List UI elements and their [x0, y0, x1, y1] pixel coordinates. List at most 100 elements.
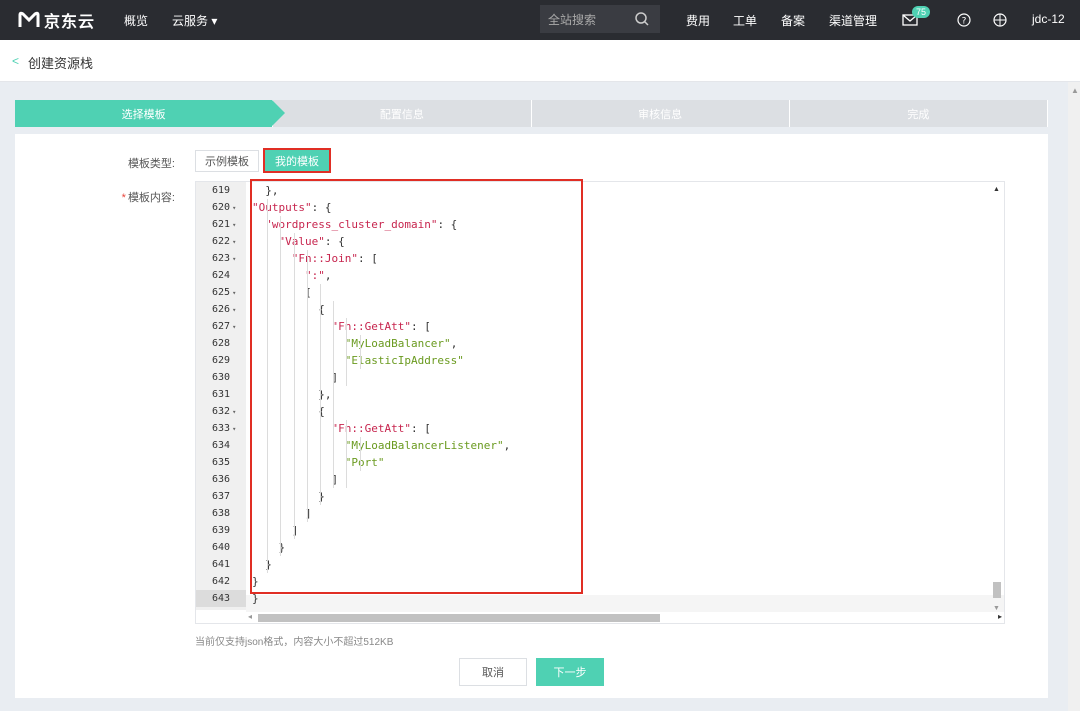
template-content-label: * 模板内容: [121, 192, 175, 204]
line-number: 635 [212, 457, 231, 468]
cancel-button[interactable]: 取消 [459, 658, 527, 686]
indent-guide [346, 420, 348, 488]
line-number: 636 [212, 474, 231, 485]
message-count-badge: 75 [912, 6, 931, 18]
editor-horizontal-scrollbar[interactable]: ◂ ▸ [246, 612, 1002, 623]
line-number: 634 [212, 440, 231, 451]
fold-toggle-icon[interactable]: ▾ [232, 255, 236, 263]
fold-toggle-icon[interactable]: ▾ [232, 221, 236, 229]
line-number: 619 [212, 185, 231, 196]
fold-toggle-icon[interactable]: ▾ [232, 306, 236, 314]
fold-toggle-icon[interactable]: ▾ [232, 238, 236, 246]
code-line: } [252, 490, 325, 503]
globe-icon[interactable] [993, 13, 1007, 27]
sample-template-option[interactable]: 示例模板 [195, 150, 259, 172]
indent-guide [306, 250, 308, 522]
page-title: 创建资源栈 [28, 56, 94, 71]
fold-toggle-icon[interactable]: ▾ [232, 323, 236, 331]
line-number: 626 ▾ [212, 304, 237, 315]
code-line: "Outputs": { [252, 201, 332, 214]
fold-toggle-icon[interactable]: ▾ [232, 204, 236, 212]
nav-filing[interactable]: 备案 [781, 12, 805, 29]
indent-guide [320, 284, 321, 505]
line-number: 628 [212, 338, 231, 349]
nav-tickets[interactable]: 工单 [733, 12, 757, 29]
editor-vertical-scrollbar[interactable]: ▲ ▼ [992, 186, 1002, 612]
scrollbar-thumb[interactable] [993, 582, 1001, 598]
brand-name: 京东云 [44, 14, 96, 31]
global-search-input[interactable]: 全站搜索 [540, 5, 660, 33]
wizard-steps: 选择模板 配置信息 审核信息 完成 [15, 100, 1048, 127]
line-number: 632 ▾ [212, 406, 237, 417]
scroll-down-icon[interactable]: ▼ [993, 605, 1000, 612]
indent-guide [359, 335, 361, 369]
code-line: "MyLoadBalancer", [344, 337, 458, 350]
code-line: ":", [304, 269, 332, 282]
help-icon[interactable]: ? [957, 13, 971, 27]
fold-toggle-icon[interactable]: ▾ [232, 289, 236, 297]
code-editor[interactable]: 619 620 ▾ 621 ▾ 622 ▾ 623 ▾ 624 625 ▾ 626 ▾ 627 ▾ 628 629… [195, 181, 1005, 624]
line-number: 623 ▾ [212, 253, 237, 264]
code-line: "Fn::Join": [ [291, 252, 378, 265]
nav-overview[interactable]: 概览 [124, 12, 148, 29]
code-line: ] [252, 473, 339, 486]
line-number: 641 [212, 559, 231, 570]
scroll-up-icon[interactable]: ▲ [1071, 86, 1079, 95]
nav-billing[interactable]: 费用 [686, 12, 710, 29]
line-number: 633 ▾ [212, 423, 237, 434]
scroll-up-icon[interactable]: ▲ [993, 186, 1000, 193]
code-line: ] [252, 507, 312, 520]
line-number-gutter: 619 620 ▾ 621 ▾ 622 ▾ 623 ▾ 624 625 ▾ 626 ▾ 627 ▾ 628 629… [196, 182, 246, 610]
nav-cloud-services[interactable]: 云服务 ▾ [172, 12, 217, 29]
code-line: } [252, 592, 259, 605]
page-header: < 创建资源栈 [0, 40, 1080, 82]
code-line: "Value": { [278, 235, 345, 248]
next-step-button[interactable]: 下一步 [536, 658, 604, 686]
logo-icon [18, 11, 40, 27]
line-number: 621 ▾ [212, 219, 237, 230]
code-line: } [252, 558, 272, 571]
nav-channel[interactable]: 渠道管理 [829, 12, 877, 29]
format-hint: 当前仅支持json格式，内容大小不超过512KB [195, 637, 394, 648]
scroll-right-icon[interactable]: ▸ [998, 612, 1002, 621]
svg-text:?: ? [962, 17, 967, 27]
fold-toggle-icon[interactable]: ▾ [232, 408, 236, 416]
scrollbar-thumb[interactable] [258, 614, 660, 622]
code-line: "ElasticIpAddress" [344, 354, 464, 367]
required-marker: * [121, 192, 126, 204]
code-line: "Port" [344, 456, 385, 469]
line-number: 638 [212, 508, 231, 519]
step-finish: 完成 [789, 100, 1048, 127]
line-number: 620 ▾ [212, 202, 237, 213]
fold-toggle-icon[interactable]: ▾ [232, 425, 236, 433]
step-config: 配置信息 [273, 100, 532, 127]
code-line: "wordpress_cluster_domain": { [265, 218, 458, 231]
chevron-left-icon[interactable]: < [12, 54, 19, 68]
code-line: ] [252, 524, 299, 537]
search-placeholder: 全站搜索 [548, 12, 597, 27]
code-line: }, [252, 184, 279, 197]
user-account[interactable]: jdc-12 [1032, 12, 1065, 26]
current-line-highlight [246, 595, 1004, 612]
code-line: "MyLoadBalancerListener", [344, 439, 511, 452]
step-review: 审核信息 [531, 100, 790, 127]
code-line: ] [252, 371, 339, 384]
line-number: 622 ▾ [212, 236, 237, 247]
form-panel: 模板类型: 示例模板 我的模板 * 模板内容: 619 620 ▾ 621 ▾ 622 ▾ 62… [15, 134, 1048, 698]
line-number: 627 ▾ [212, 321, 237, 332]
brand-logo[interactable]: 京东云 [18, 8, 95, 32]
my-template-option[interactable]: 我的模板 [263, 148, 331, 173]
page-scrollbar[interactable]: ▲ [1068, 82, 1080, 711]
code-line: { [252, 303, 325, 316]
scroll-left-icon[interactable]: ◂ [248, 612, 252, 621]
step-select-template: 选择模板 [15, 100, 286, 127]
line-number: 637 [212, 491, 231, 502]
indent-guide [267, 199, 269, 573]
line-number: 624 [212, 270, 231, 281]
indent-guide [346, 318, 348, 386]
line-number: 630 [212, 372, 231, 383]
code-line: { [252, 405, 325, 418]
search-icon[interactable] [634, 11, 650, 27]
code-line: } [252, 575, 259, 588]
line-number: 631 [212, 389, 231, 400]
